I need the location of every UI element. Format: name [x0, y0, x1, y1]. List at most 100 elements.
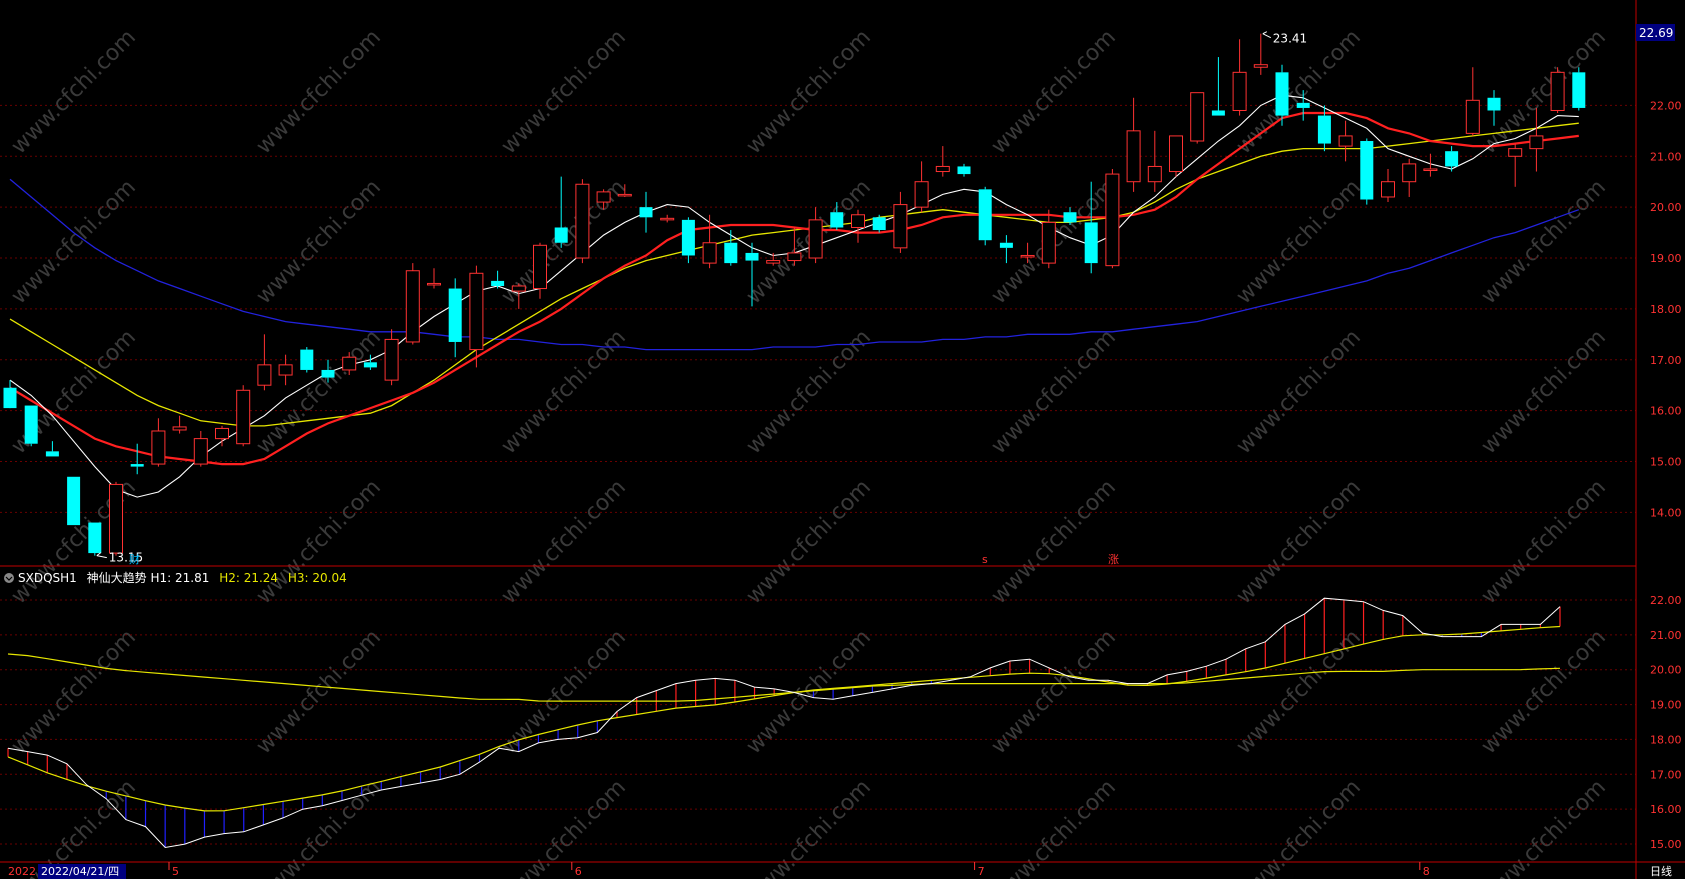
candle-body-down [745, 252, 759, 261]
candle-body-up [533, 244, 547, 290]
candle-body-up [384, 338, 399, 381]
candle-body-up [1465, 99, 1480, 134]
candle-body-up [1253, 64, 1268, 68]
candle[interactable] [872, 214, 886, 233]
candle[interactable] [1360, 138, 1374, 205]
candle-body-up [278, 364, 293, 376]
candle-body-down [957, 166, 971, 175]
period-label[interactable]: 日线 [1650, 864, 1672, 878]
sub-tick-label: 21.00 [1650, 629, 1682, 642]
candle-body-down [1063, 212, 1077, 223]
price-tick-label: 22.00 [1650, 99, 1682, 112]
candle[interactable] [24, 405, 38, 447]
candle-body-up [1147, 165, 1162, 183]
finance-marker[interactable]: 财 [129, 552, 140, 566]
s-marker[interactable]: s [982, 553, 988, 566]
candle[interactable] [300, 347, 314, 373]
stock-chart[interactable]: www.cfchi.com www.cfchi.com www.cfchi.com w… [0, 0, 1685, 879]
candle-body-up [893, 204, 908, 249]
candle[interactable] [1190, 92, 1205, 144]
candle-body-up [236, 389, 251, 445]
candle-body-down [830, 212, 844, 228]
candle[interactable] [109, 481, 123, 556]
candle-body-up [1020, 254, 1035, 258]
candle-body-up [935, 165, 950, 173]
candle-body-up [1105, 173, 1120, 267]
h2-value: H2: 21.24 [219, 571, 278, 585]
candle-body-up [1169, 135, 1183, 173]
candle-body-down [321, 369, 335, 378]
candle-body-up [1190, 92, 1205, 142]
candle[interactable] [405, 263, 420, 345]
candle[interactable] [1572, 67, 1586, 111]
current-price-label: 22.69 [1639, 26, 1673, 40]
candle-body-up [1423, 168, 1438, 171]
candle[interactable] [236, 385, 251, 447]
candle-body-down [3, 387, 17, 409]
candle[interactable] [88, 522, 102, 556]
candle-body-up [660, 217, 675, 221]
indicator-header[interactable]: SXDQSH1 神仙大趋势 H1: 21.81 H2: 21.24 H3: 20… [4, 571, 347, 585]
candle-body-down [1317, 115, 1331, 144]
candle[interactable] [1550, 67, 1565, 114]
indicator-toggle-icon[interactable] [4, 573, 14, 583]
candle-body-up [1402, 163, 1417, 183]
candle-body-down [88, 522, 102, 554]
candle-body-down [1445, 151, 1459, 167]
candle-body-down [554, 227, 568, 243]
indicator-name: 神仙大趋势 [87, 571, 147, 585]
candle-body-down [45, 451, 59, 457]
h1-value: H1: 21.81 [150, 571, 209, 585]
candle-body-up [851, 214, 865, 228]
candle-body-down [1275, 72, 1289, 116]
price-tick-label: 16.00 [1650, 405, 1682, 418]
price-tick-label: 21.00 [1650, 150, 1682, 163]
price-tick-label: 15.00 [1650, 456, 1682, 469]
candle[interactable] [67, 476, 81, 526]
candle-body-up [342, 356, 357, 371]
sub-tick-label: 22.00 [1650, 594, 1682, 607]
month-label: 8 [1423, 865, 1430, 878]
candle[interactable] [1105, 168, 1120, 269]
candle-body-up [109, 483, 123, 554]
candle-body-down [1084, 222, 1098, 264]
indicator-symbol: SXDQSH1 [18, 571, 77, 585]
candle-body-down [491, 280, 505, 286]
candle-body-down [639, 207, 653, 218]
candle[interactable] [575, 179, 590, 264]
candle-body-down [448, 288, 462, 342]
candle-body-up [1508, 148, 1523, 157]
candle-body-down [24, 405, 38, 444]
candle-body-up [787, 252, 802, 262]
candle-body-up [808, 219, 823, 259]
candle-body-down [1296, 102, 1310, 108]
candle-body-up [257, 364, 272, 386]
candle-body-down [1487, 97, 1501, 111]
price-tick-label: 17.00 [1650, 354, 1682, 367]
year-label: 2022 [8, 865, 36, 878]
sub-tick-label: 20.00 [1650, 664, 1682, 677]
rise-marker[interactable]: 涨 [1108, 553, 1119, 566]
candle-body-up [596, 191, 611, 203]
sub-tick-label: 17.00 [1650, 768, 1682, 781]
candle[interactable] [978, 186, 992, 246]
date-label: 2022/04/21/四 [41, 865, 119, 878]
candle-body-down [681, 219, 695, 256]
sub-tick-label: 16.00 [1650, 803, 1682, 816]
candle-body-up [1232, 71, 1247, 111]
candle-body-up [427, 282, 441, 286]
candle-body-up [469, 272, 484, 351]
candle-body-down [1572, 72, 1586, 108]
month-label: 6 [575, 865, 582, 878]
candle-body-down [300, 349, 314, 370]
candle-body-up [151, 430, 166, 465]
price-tick-label: 20.00 [1650, 201, 1682, 214]
candle-body-down [130, 464, 144, 467]
candle-body-up [172, 426, 187, 431]
candle-body-up [405, 270, 420, 343]
h3-value: H3: 20.04 [288, 571, 347, 585]
candle[interactable] [1169, 135, 1183, 177]
candle-body-down [724, 242, 738, 264]
candle-body-up [766, 260, 781, 264]
candle-body-up [575, 183, 590, 259]
